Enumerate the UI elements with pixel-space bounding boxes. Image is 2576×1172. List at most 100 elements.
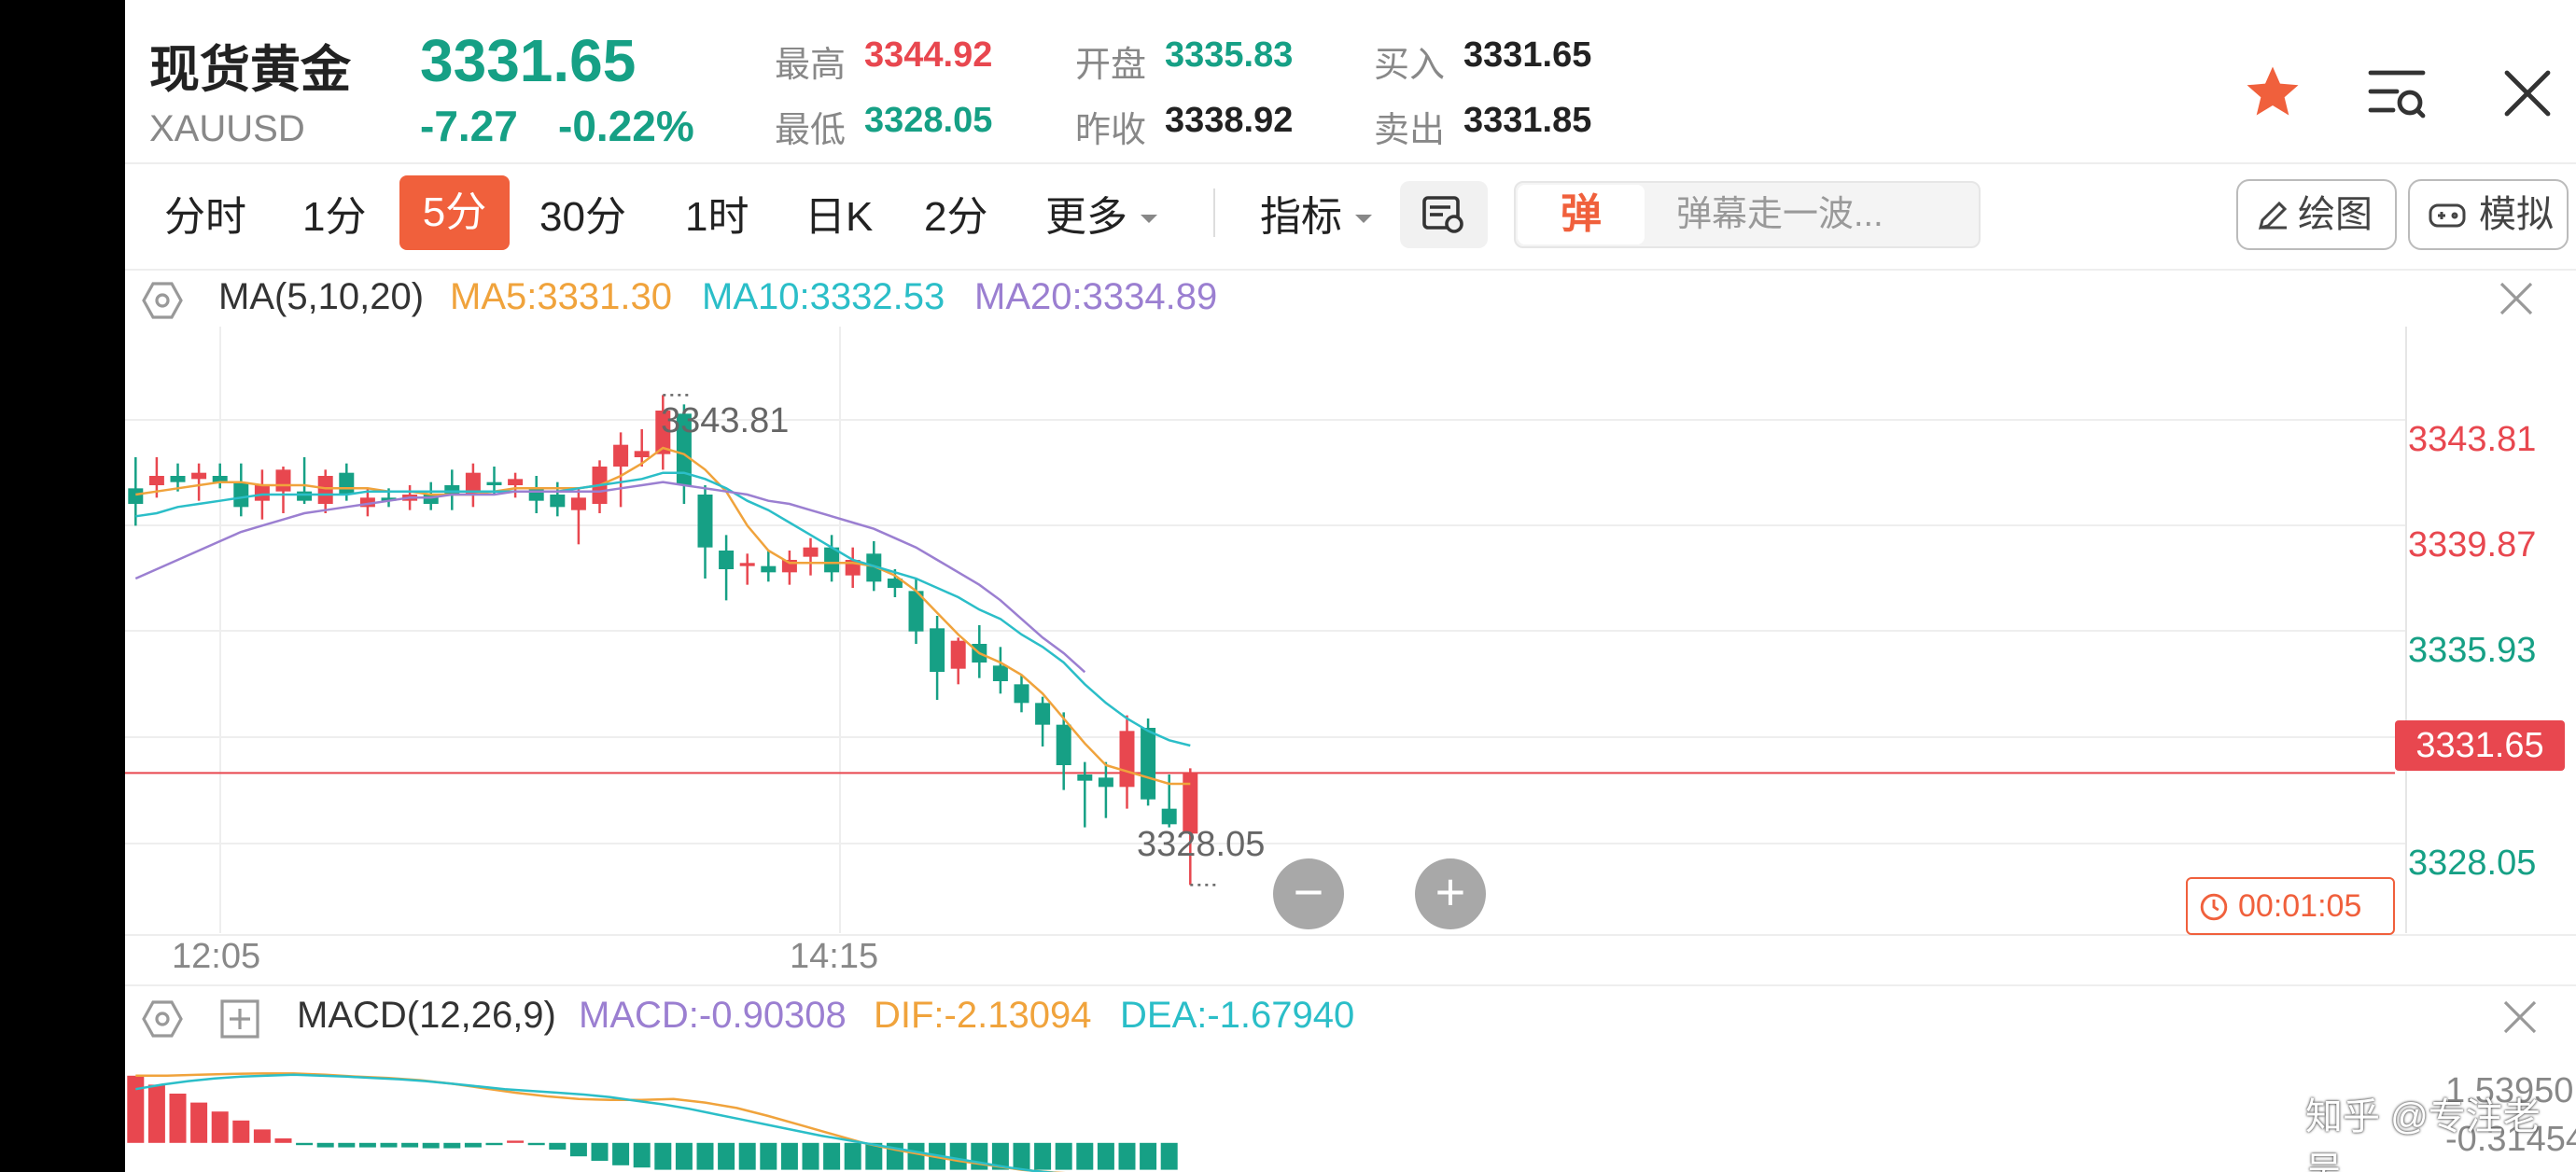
candle-body <box>508 479 524 485</box>
clock-icon <box>2200 893 2228 921</box>
macd-bar <box>401 1142 419 1148</box>
candle-body <box>1056 724 1071 765</box>
candle-body <box>1161 808 1177 825</box>
price-axis-label: 3335.93 <box>2408 631 2537 670</box>
macd-bar <box>1034 1142 1052 1170</box>
price-axis-label: 3339.87 <box>2408 525 2537 565</box>
candle-body <box>1098 777 1113 788</box>
macd-bar <box>1118 1142 1136 1170</box>
candle-body <box>528 488 544 501</box>
price-axis-label: 3328.05 <box>2408 844 2537 883</box>
time-axis-label: 12:05 <box>172 937 261 976</box>
candle-body <box>128 488 144 504</box>
candle-body <box>992 665 1008 681</box>
macd-bar <box>1076 1142 1094 1170</box>
candle-body <box>1035 703 1051 725</box>
candle-body <box>275 469 291 492</box>
candle-body <box>634 451 650 457</box>
macd-bar <box>1160 1142 1178 1170</box>
macd-bar <box>338 1142 356 1148</box>
macd-indicator-name: MACD(12,26,9) <box>297 995 556 1036</box>
candle-body <box>233 481 249 508</box>
macd-bar <box>549 1142 567 1150</box>
watermark: 知乎 @专注老吴 <box>2305 1096 2541 1172</box>
macd-bar <box>802 1142 819 1170</box>
candle-body <box>297 491 313 501</box>
macd-bar <box>485 1142 503 1146</box>
candle-body <box>930 628 945 672</box>
macd-bar <box>718 1142 735 1170</box>
macd-bar <box>569 1142 587 1157</box>
candle-body <box>317 476 333 504</box>
macd-bar <box>1055 1142 1072 1170</box>
zoom-in-button[interactable]: + <box>1415 858 1486 929</box>
candle-body <box>444 485 460 495</box>
candles <box>128 394 1219 886</box>
candle-body <box>1077 774 1093 781</box>
macd-bar <box>211 1111 229 1143</box>
countdown-value: 00:01:05 <box>2238 888 2362 924</box>
candle-body <box>254 485 270 501</box>
macd-bar <box>760 1142 777 1170</box>
candle-body <box>950 640 966 669</box>
macd-bar <box>780 1142 798 1170</box>
candle-body <box>613 444 629 467</box>
macd-bar <box>1013 1142 1030 1170</box>
macd-bar <box>169 1094 187 1143</box>
zoom-out-button[interactable]: − <box>1273 858 1344 929</box>
macd-bar <box>296 1142 314 1146</box>
countdown-timer: 00:01:05 <box>2186 877 2395 935</box>
macd-bar <box>949 1142 967 1170</box>
dea-value: DEA:-1.67940 <box>1120 995 1355 1036</box>
candle-body <box>550 495 566 508</box>
macd-bar <box>675 1142 693 1170</box>
macd-bar <box>591 1142 609 1161</box>
candle-body <box>803 547 819 557</box>
macd-bar <box>190 1102 208 1143</box>
macd-bar <box>274 1138 292 1143</box>
price-axis-label: 3343.81 <box>2408 420 2537 459</box>
macd-bar <box>844 1142 861 1170</box>
ma5-line <box>135 446 1191 786</box>
current-price-tag: 3331.65 <box>2395 720 2565 771</box>
macd-bar <box>527 1142 545 1146</box>
low-marker-label: 3328.05 <box>1137 825 1266 864</box>
macd-bar <box>422 1142 440 1149</box>
macd-bar <box>127 1075 145 1143</box>
candle-body <box>761 565 777 573</box>
close-icon[interactable] <box>2501 998 2539 1036</box>
candle-body <box>191 472 207 480</box>
macd-bar <box>654 1142 672 1170</box>
macd-bar <box>633 1142 651 1168</box>
macd-bar <box>380 1142 398 1148</box>
macd-bar <box>907 1142 925 1170</box>
time-axis-label: 14:15 <box>790 937 879 976</box>
macd-bar <box>738 1142 756 1170</box>
macd-bar <box>507 1140 525 1143</box>
candle-body <box>697 495 713 548</box>
macd-bar <box>612 1142 630 1165</box>
high-marker-label: 3343.81 <box>661 401 790 440</box>
candle-body <box>1014 684 1029 704</box>
candle-body <box>148 476 164 485</box>
candle-body <box>739 563 755 566</box>
macd-bar <box>253 1129 271 1143</box>
macd-bar <box>316 1142 334 1148</box>
macd-bar <box>1097 1142 1114 1170</box>
ma-lines <box>134 446 1191 786</box>
macd-panel <box>127 1072 1178 1172</box>
hexagon-settings-icon[interactable] <box>142 998 183 1039</box>
dif-value: DIF:-2.13094 <box>874 995 1092 1036</box>
ma10-line <box>135 471 1191 747</box>
macd-value: MACD:-0.90308 <box>579 995 847 1036</box>
macd-bar <box>823 1142 841 1170</box>
candle-body <box>719 551 735 569</box>
candle-body <box>570 497 586 510</box>
macd-bar <box>147 1084 165 1143</box>
add-indicator-icon[interactable] <box>220 999 259 1039</box>
macd-bar <box>443 1142 461 1149</box>
candle-body <box>1119 731 1135 788</box>
candle-body <box>339 472 355 495</box>
macd-bar <box>696 1142 714 1170</box>
macd-bar <box>232 1120 250 1143</box>
